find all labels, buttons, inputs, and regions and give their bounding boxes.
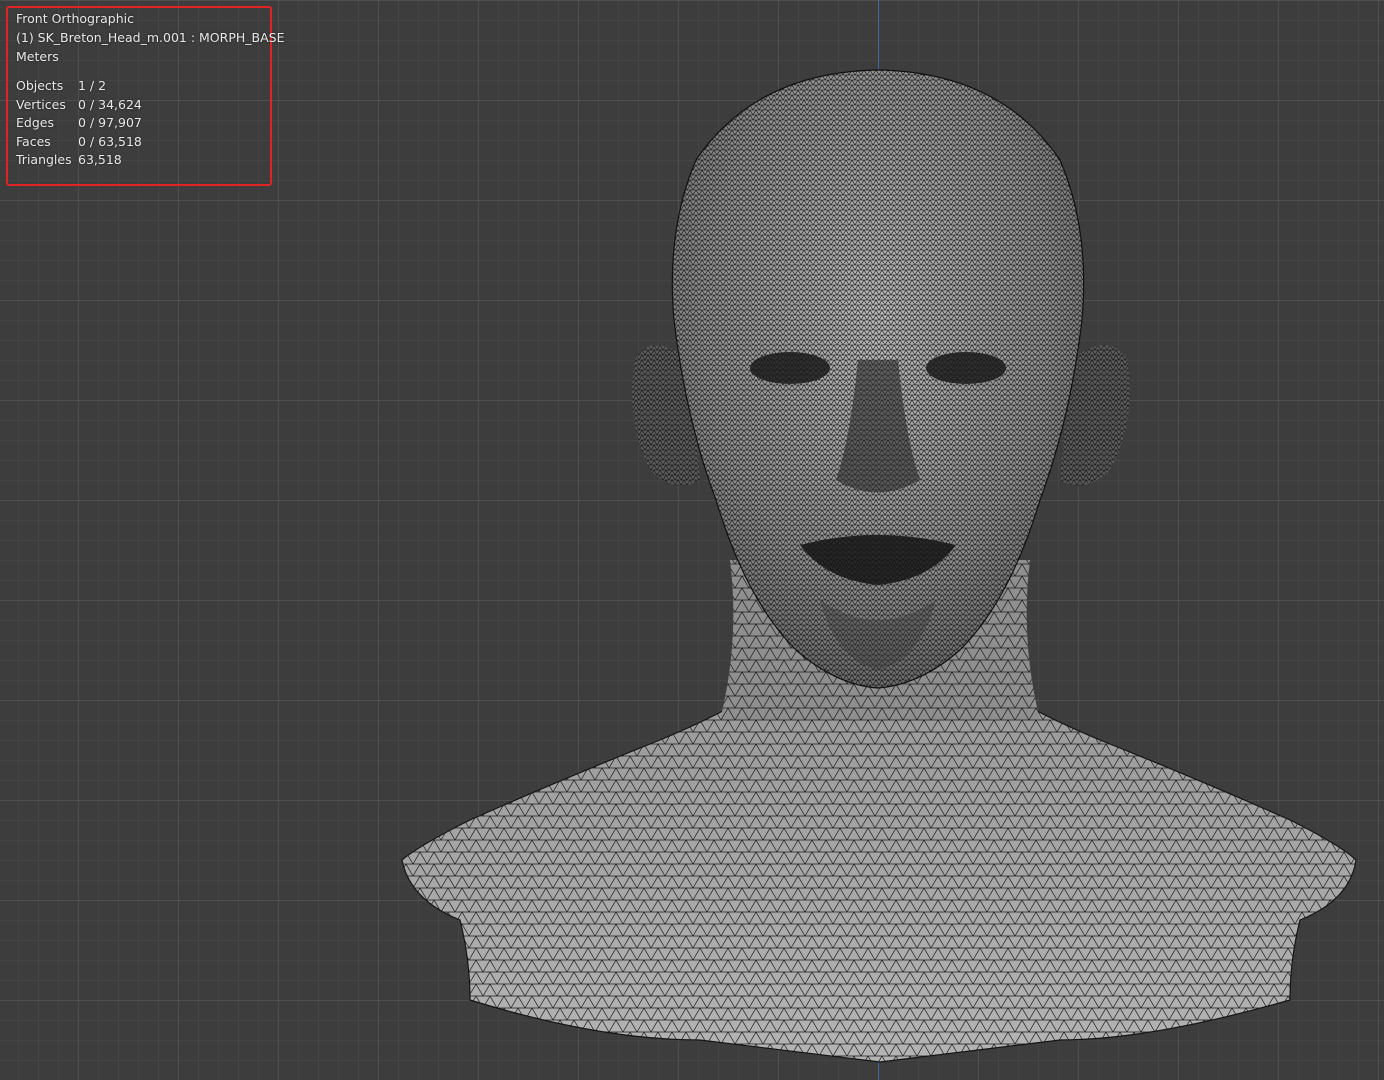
stat-objects: Objects 1 / 2 (16, 78, 106, 93)
stat-value: 1 / 2 (78, 78, 107, 93)
stat-faces: Faces 0 / 63,518 (16, 134, 142, 149)
stat-value: 0 / 34,624 (78, 97, 142, 112)
stat-value: 0 / 97,907 (78, 115, 142, 130)
stat-label: Objects (16, 78, 64, 93)
stat-value: 63,518 (78, 152, 122, 167)
viewport-info-overlay: Front Orthographic (1) SK_Breton_Head_m.… (6, 6, 284, 186)
stat-vertices: Vertices 0 / 34,624 (16, 97, 142, 112)
stat-edges: Edges 0 / 97,907 (16, 115, 142, 130)
shoulders-mesh (401, 689, 1357, 1063)
stat-value: 0 / 63,518 (78, 134, 142, 149)
object-label: (1) SK_Breton_Head_m.001 : MORPH_BASE (16, 30, 285, 45)
stat-label: Faces (16, 134, 51, 149)
3d-viewport[interactable]: Front Orthographic (1) SK_Breton_Head_m.… (0, 0, 1384, 1080)
stat-triangles: Triangles 63,518 (16, 152, 122, 167)
left-eye (750, 352, 830, 384)
stat-label: Vertices (16, 97, 66, 112)
view-name: Front Orthographic (16, 11, 134, 26)
stat-label: Edges (16, 115, 54, 130)
right-eye (926, 352, 1006, 384)
stat-label: Triangles (16, 152, 72, 167)
units-label: Meters (16, 49, 59, 64)
